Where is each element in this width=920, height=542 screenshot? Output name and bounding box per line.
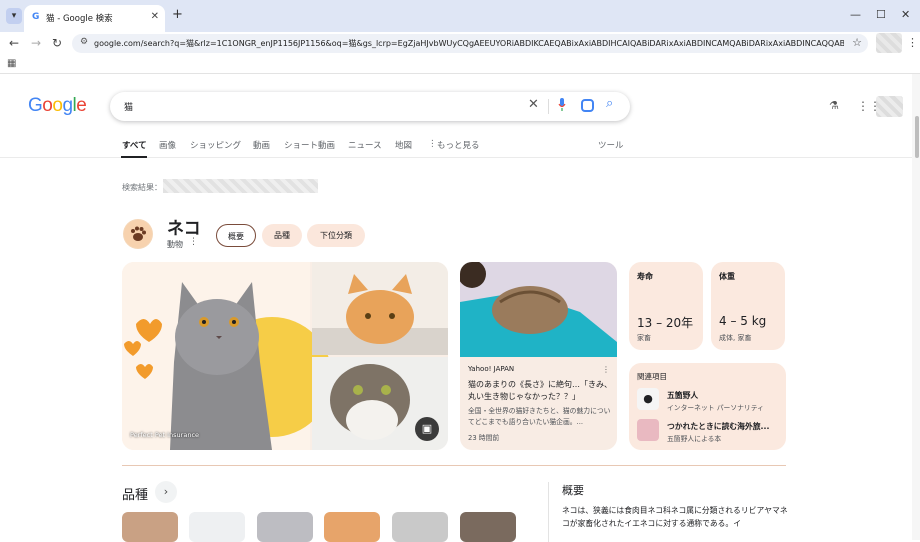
- breed-thumbnail[interactable]: [122, 512, 178, 542]
- book-cover-icon: [637, 419, 659, 441]
- related-item-title[interactable]: つかれたときに読む海外旅...: [667, 421, 769, 432]
- search-input[interactable]: 猫: [124, 100, 133, 113]
- tab-strip: ▾ G 猫 - Google 検索 ✕ + — ☐ ✕: [0, 0, 920, 32]
- chip-overview[interactable]: 概要: [216, 224, 256, 247]
- related-heading: 関連項目: [637, 372, 667, 381]
- logo-letter: g: [62, 95, 73, 116]
- tab-all[interactable]: すべて: [122, 139, 147, 151]
- browser-menu-icon[interactable]: ⋮: [907, 36, 918, 49]
- result-stats: 検索結果：: [122, 183, 162, 192]
- google-logo[interactable]: Google: [28, 95, 87, 117]
- news-title[interactable]: 猫のあまりの《長さ》に絶句…「きみ、丸い生き物じゃなかった？？」: [468, 379, 613, 403]
- image-credit: Perfect Pet Insurance: [130, 431, 200, 439]
- chip-breeds[interactable]: 品種: [262, 224, 302, 247]
- column-divider: [548, 482, 549, 542]
- fact-value: 4 – 5 kg: [719, 314, 767, 328]
- fact-note: 家畜: [637, 334, 651, 342]
- chevron-right-icon[interactable]: ›: [155, 481, 177, 503]
- browser-toolbar: ← → ↻ ⚙ google.com/search?q=猫&rlz=1C1ONG…: [0, 32, 920, 54]
- tab-close-icon[interactable]: ✕: [151, 11, 159, 22]
- active-tab-indicator: [121, 156, 147, 158]
- news-snippet: 全国・全世界の猫好きたちと、猫の魅力についてどこまでも語り合いたい猫企画。...: [468, 407, 611, 426]
- image-search-icon[interactable]: ▣: [415, 417, 439, 441]
- scrollbar-thumb[interactable]: [915, 116, 919, 158]
- related-item-title[interactable]: 五箇野人: [667, 390, 698, 401]
- back-icon[interactable]: ←: [9, 36, 19, 50]
- entity-title: ネコ: [167, 219, 201, 239]
- person-icon: ●: [637, 388, 659, 410]
- related-item-subtitle: インターネット パーソナリティ: [667, 404, 764, 412]
- tab-images[interactable]: 画像: [159, 139, 176, 151]
- news-time: 23 時間前: [468, 434, 500, 442]
- fact-label: 寿命: [637, 272, 653, 281]
- tab-maps[interactable]: 地図: [395, 139, 412, 151]
- tab-videos[interactable]: 動画: [253, 139, 270, 151]
- bookmarks-bar: ▦: [0, 54, 920, 74]
- breed-thumbnail[interactable]: [460, 512, 516, 542]
- site-info-icon[interactable]: ⚙: [80, 37, 88, 47]
- profile-button[interactable]: [876, 33, 902, 53]
- logo-letter: e: [76, 95, 87, 116]
- cat-images: [122, 262, 448, 450]
- account-avatar[interactable]: [876, 96, 903, 117]
- url-text[interactable]: google.com/search?q=猫&rlz=1C1ONGR_enJP11…: [94, 38, 844, 49]
- google-g-icon: G: [32, 12, 40, 22]
- search-nav-tabs: すべて 画像 ショッピング 動画 ショート動画 ニュース 地図 ⋮ もっと見る …: [0, 137, 912, 158]
- tab-news[interactable]: ニュース: [348, 139, 382, 151]
- paw-icon[interactable]: [123, 219, 153, 249]
- breed-thumbnail[interactable]: [392, 512, 448, 542]
- news-image: [460, 262, 617, 357]
- fact-note: 成体, 家畜: [719, 334, 752, 342]
- close-window-icon[interactable]: ✕: [901, 8, 910, 21]
- related-items: 関連項目 ● 五箇野人 インターネット パーソナリティ つかれたときに読む海外旅…: [629, 363, 786, 450]
- more-vert-icon[interactable]: ⋮: [428, 139, 437, 149]
- search-divider: [548, 99, 549, 114]
- tab-title: 猫 - Google 検索: [46, 14, 113, 24]
- related-item-subtitle: 五箇野人による本: [667, 435, 722, 443]
- fact-weight[interactable]: 体重 4 – 5 kg 成体, 家畜: [711, 262, 785, 350]
- minimize-icon[interactable]: —: [850, 8, 861, 21]
- overview-text: ネコは、狭義には食肉目ネコ科ネコ属に分類されるリビアヤマネコが家畜化されたイエネ…: [562, 506, 788, 528]
- search-icon[interactable]: ⌕: [606, 96, 613, 111]
- logo-letter: G: [28, 95, 43, 116]
- tab-more[interactable]: もっと見る: [437, 139, 480, 151]
- overview-heading: 概要: [562, 484, 584, 497]
- more-vert-icon[interactable]: ⋮: [189, 237, 198, 247]
- tab-tools[interactable]: ツール: [598, 139, 624, 151]
- address-bar[interactable]: ⚙ google.com/search?q=猫&rlz=1C1ONGR_enJP…: [72, 34, 868, 53]
- chip-subtypes[interactable]: 下位分類: [307, 224, 365, 247]
- clear-icon[interactable]: ✕: [528, 97, 539, 112]
- reload-icon[interactable]: ↻: [52, 36, 62, 50]
- breed-thumbnail[interactable]: [257, 512, 313, 542]
- news-card[interactable]: Yahoo! JAPAN ⋮ 猫のあまりの《長さ》に絶句…「きみ、丸い生き物じゃ…: [460, 262, 617, 450]
- more-vert-icon[interactable]: ⋮: [602, 365, 610, 374]
- section-divider: [122, 465, 786, 466]
- tab-shopping[interactable]: ショッピング: [190, 139, 241, 151]
- logo-letter: o: [42, 95, 53, 116]
- lens-icon[interactable]: [581, 99, 594, 112]
- tab-short-videos[interactable]: ショート動画: [284, 139, 335, 151]
- labs-icon[interactable]: ⚗: [829, 99, 839, 112]
- news-source: Yahoo! JAPAN: [468, 365, 515, 373]
- tab-search-icon[interactable]: ▾: [6, 8, 22, 24]
- logo-letter: o: [52, 95, 63, 116]
- mic-icon[interactable]: [558, 98, 566, 112]
- image-collage[interactable]: Perfect Pet Insurance ▣: [122, 262, 448, 450]
- fact-lifespan[interactable]: 寿命 13 – 20年 家畜: [629, 262, 703, 350]
- redacted-stats: [163, 179, 318, 193]
- browser-tab[interactable]: G 猫 - Google 検索 ✕: [24, 5, 165, 32]
- breed-thumbnail[interactable]: [324, 512, 380, 542]
- breed-thumbnail[interactable]: [189, 512, 245, 542]
- entity-subtitle: 動物: [167, 240, 183, 249]
- search-box[interactable]: 猫 ✕ ⌕: [110, 92, 630, 121]
- apps-grid-icon[interactable]: ▦: [7, 58, 16, 69]
- fact-label: 体重: [719, 272, 735, 281]
- breeds-heading: 品種: [122, 488, 149, 503]
- maximize-icon[interactable]: ☐: [876, 8, 886, 21]
- bookmark-star-icon[interactable]: ☆: [852, 36, 862, 49]
- new-tab-icon[interactable]: +: [172, 7, 183, 22]
- forward-icon[interactable]: →: [31, 36, 41, 50]
- fact-value: 13 – 20年: [637, 316, 694, 330]
